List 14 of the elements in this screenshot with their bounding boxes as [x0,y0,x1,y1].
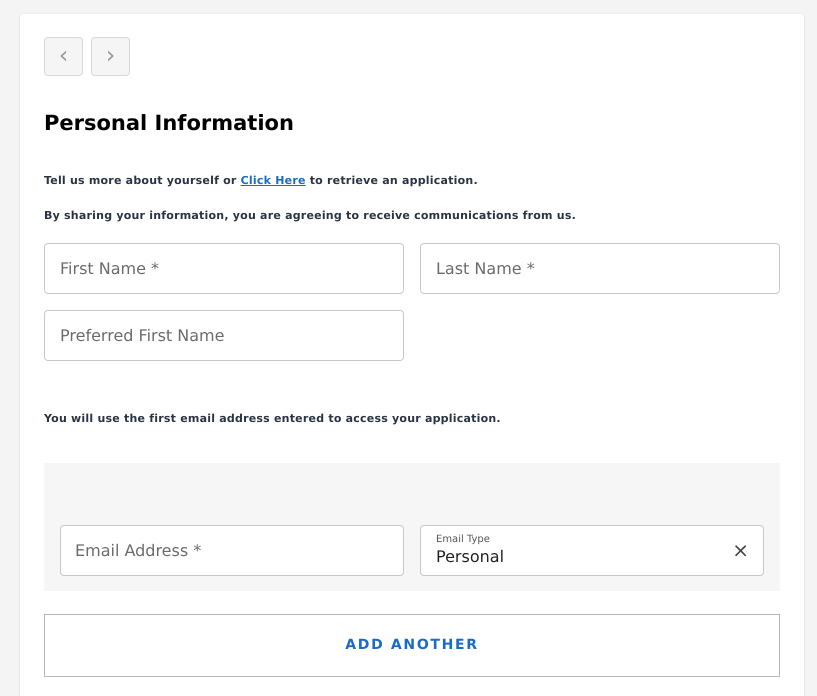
click-here-link[interactable]: Click Here [240,174,306,188]
clear-button[interactable]: × [732,540,749,560]
email-type-select[interactable]: Email Type Personal × [420,524,764,576]
page-title: Personal Information [44,110,295,136]
email-note: You will use the first email address entered to access your application. [44,411,502,428]
intro-text: Tell us more about yourself or Click Here to retrieve an application. [44,173,479,190]
text-field[interactable]: Last Name * [420,243,780,294]
text-field[interactable]: First Name * [44,243,404,294]
add-another-button[interactable]: ADD ANOTHER [44,614,780,677]
email-type-value: Personal [436,546,504,566]
email-type-label: Email Type [436,534,491,546]
text-field[interactable]: Preferred First Name [44,310,404,362]
consent-text: By sharing your information, you are agreeing to receive communications from us. [44,208,578,224]
email-field[interactable]: Email Address * [60,524,404,576]
